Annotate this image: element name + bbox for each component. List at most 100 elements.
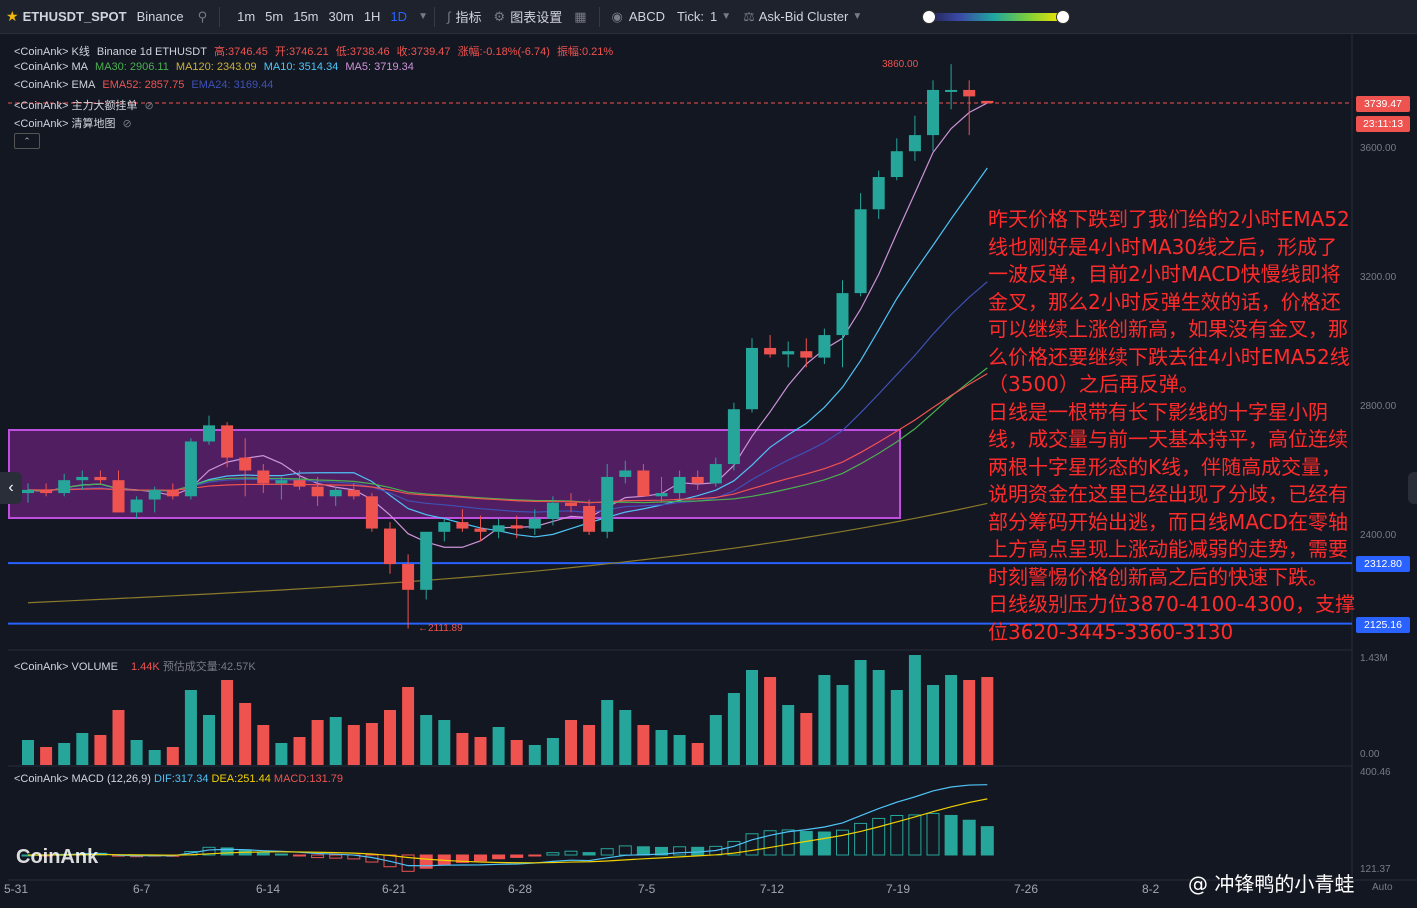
candle-body: [275, 480, 288, 484]
orders-legend[interactable]: <CoinAnk> 主力大额挂单 ⊘: [14, 97, 158, 113]
eye-slash-icon[interactable]: ⊘: [145, 100, 154, 112]
volume-bar: [782, 705, 795, 765]
symbol-selector[interactable]: ★ ETHUSDT_SPOT Binance ⚲: [0, 0, 213, 33]
auto-scale-label[interactable]: Auto: [1372, 882, 1393, 893]
ema24-value: EMA24: 3169.44: [191, 79, 274, 91]
tick-selector[interactable]: Tick: 1 ▼: [671, 0, 737, 33]
price-axis-label: 3200.00: [1360, 272, 1397, 283]
ma10-value: MA10: 3514.34: [263, 61, 339, 73]
annotation-paragraph-3: 日线级别压力位3870-4100-4300，支撑位3620-3445-3360-…: [988, 592, 1356, 644]
macd-histogram-bar: [474, 854, 487, 862]
volume-bar: [637, 725, 650, 765]
candle-body: [438, 522, 451, 532]
timeframe-1m[interactable]: 1m: [232, 9, 260, 24]
timeframe-15m[interactable]: 15m: [288, 9, 323, 24]
volume-bar: [112, 710, 125, 765]
candle-body: [239, 457, 252, 471]
macd-histogram-bar: [274, 853, 288, 856]
candle-body: [402, 564, 415, 590]
timeframe-1d[interactable]: 1D: [385, 9, 412, 24]
heatmap-range-slider[interactable]: [920, 0, 1071, 33]
volume-bar: [800, 713, 813, 765]
date-label: 7-19: [886, 882, 911, 896]
chevron-down-icon[interactable]: ▼: [418, 11, 428, 22]
cluster-selector[interactable]: ⚖ Ask-Bid Cluster ▼: [737, 0, 868, 33]
layout-button[interactable]: ▦: [568, 0, 592, 33]
volume-legend-title: <CoinAnk> VOLUME: [14, 661, 118, 673]
candle-body: [727, 409, 740, 465]
date-label: 5-31: [4, 882, 29, 896]
annotation-paragraph-2: 日线是一根带有长下影线的十字星小阴线，成交量与前一天基本持平，高位连续两根十字星…: [988, 399, 1348, 589]
volume-bar: [184, 690, 197, 765]
cluster-icon: ⚖: [743, 8, 755, 24]
timeframe-1h[interactable]: 1H: [359, 9, 386, 24]
abcd-button[interactable]: ◉ ABCD: [606, 0, 671, 33]
volume-bar: [546, 738, 559, 765]
volume-bar: [890, 690, 903, 765]
chevron-down-icon: ▼: [852, 11, 863, 22]
favorite-star-icon[interactable]: ★: [6, 8, 19, 25]
candle-body: [347, 489, 360, 497]
candle-body: [764, 347, 777, 355]
date-label: 6-7: [133, 882, 151, 896]
slider-right-handle[interactable]: [1056, 9, 1071, 24]
candle-body: [565, 502, 577, 506]
candle-body: [76, 476, 89, 481]
volume-bar: [565, 720, 577, 765]
volume-bar: [58, 743, 71, 765]
candle-body: [148, 489, 161, 500]
volume-bar: [311, 720, 324, 765]
candle-body: [22, 489, 34, 494]
macd-histogram-bar: [618, 845, 632, 856]
abcd-label: ABCD: [628, 9, 665, 24]
candle-body: [203, 425, 215, 442]
macd-axis-label: 121.37: [1360, 864, 1391, 875]
candle-body: [528, 518, 541, 529]
slider-left-handle[interactable]: [922, 9, 937, 24]
search-icon[interactable]: ⚲: [198, 9, 208, 25]
indicators-label: 指标: [455, 10, 482, 25]
candle-body: [166, 489, 179, 497]
candle-body: [293, 480, 306, 487]
volume-bar: [818, 675, 831, 765]
collapse-legend-button[interactable]: ⌃: [14, 133, 40, 149]
candle-body: [963, 89, 976, 97]
macd-histogram-bar: [926, 812, 940, 856]
macd-hist-value: MACD:131.79: [273, 773, 343, 785]
indicators-button[interactable]: ∫ 指标: [441, 0, 488, 33]
level-tag-lower: 2125.16: [1356, 617, 1410, 633]
countdown-tag: 23:11:13: [1356, 116, 1410, 132]
candle-body: [384, 528, 396, 565]
candle-body: [601, 476, 614, 532]
macd-histogram-bar: [256, 851, 270, 856]
volume-bar: [908, 655, 921, 765]
top-toolbar: ★ ETHUSDT_SPOT Binance ⚲ 1m 5m 15m 30m 1H 1D …: [0, 0, 1417, 34]
macd-histogram-bar: [582, 852, 596, 856]
kline-legend-source: Binance 1d ETHUSDT: [96, 46, 207, 58]
scroll-right-button[interactable]: [1408, 472, 1417, 504]
volume-legend: <CoinAnk> VOLUME 1.44K 预估成交量:42.57K: [14, 658, 256, 674]
low-price-marker: ←2111.89: [418, 623, 463, 634]
eye-slash-icon[interactable]: ⊘: [123, 118, 132, 130]
annotation-paragraph-1: 昨天价格下跌到了我们给的2小时EMA52线也刚好是4小时MA30线之后，形成了一…: [988, 207, 1350, 396]
candle-body: [619, 470, 632, 477]
symbol-name: ETHUSDT_SPOT: [22, 9, 127, 24]
ma120-value: MA120: 2343.09: [175, 61, 257, 73]
macd-histogram-bar: [564, 850, 578, 856]
price-axis-label: 2800.00: [1360, 401, 1397, 412]
timeframe-30m[interactable]: 30m: [324, 9, 359, 24]
volume-bar: [40, 747, 53, 765]
ema-legend: <CoinAnk> EMA EMA52: 2857.75 EMA24: 3169…: [14, 79, 277, 91]
macd-dea: DEA:251.44: [211, 773, 271, 785]
volume-bar: [239, 703, 252, 765]
gear-icon: ⚙: [493, 8, 506, 24]
date-label: 6-21: [382, 882, 407, 896]
timeframe-5m[interactable]: 5m: [260, 9, 288, 24]
macd-histogram-bar: [293, 854, 306, 857]
liquidation-legend[interactable]: <CoinAnk> 清算地图 ⊘: [14, 115, 136, 131]
chart-settings-button[interactable]: ⚙ 图表设置: [488, 0, 569, 33]
candle-body: [510, 525, 523, 529]
kline-close: 收:3739.47: [396, 46, 451, 58]
scroll-left-button[interactable]: ‹: [0, 472, 22, 504]
volume-bar: [981, 677, 994, 765]
